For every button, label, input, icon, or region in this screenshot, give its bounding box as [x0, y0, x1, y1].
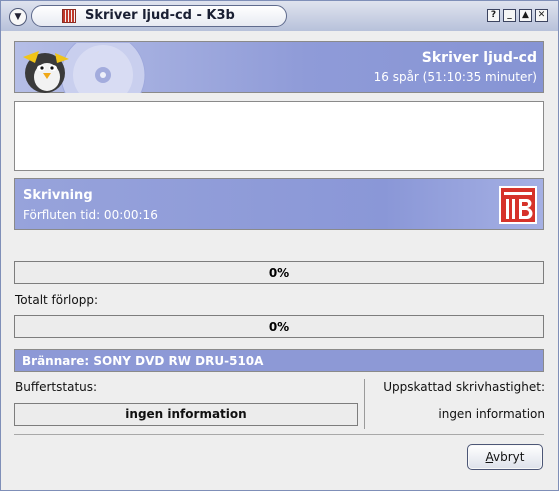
buffer-status-value: ingen information [14, 403, 358, 426]
k3b-app-icon [62, 9, 76, 23]
burner-bar: Brännare: SONY DVD RW DRU-510A [14, 349, 544, 372]
total-progress-caption: Totalt förlopp: [15, 293, 98, 307]
write-speed-value: ingen information [438, 407, 545, 421]
window-title: Skriver ljud-cd - K3b [85, 8, 235, 23]
vertical-divider [364, 379, 365, 429]
total-progress-label: 0% [268, 320, 290, 334]
k3b-burn-dialog: ▼ Skriver ljud-cd - K3b ? _ ▲ ✕ Skriver … [0, 0, 559, 491]
job-subtitle: 16 spår (51:10:35 minuter) [373, 70, 537, 84]
log-view[interactable] [14, 101, 544, 171]
title-bar[interactable]: ▼ Skriver ljud-cd - K3b ? _ ▲ ✕ [1, 1, 558, 31]
job-header: Skriver ljud-cd 16 spår (51:10:35 minute… [14, 41, 544, 93]
buffer-status-caption: Buffertstatus: [15, 380, 98, 394]
cancel-button[interactable]: Avbryt [467, 444, 543, 470]
k3b-logo-badge-icon [499, 186, 537, 224]
current-progress-label: 0% [268, 266, 290, 280]
status-panel: Skrivning Förfluten tid: 00:00:16 [14, 178, 544, 230]
elapsed-time: Förfluten tid: 00:00:16 [23, 208, 158, 222]
total-progress-bar: 0% [14, 315, 544, 338]
dialog-content: Skriver ljud-cd 16 spår (51:10:35 minute… [6, 33, 553, 488]
k3b-penguin-disc-icon [23, 43, 146, 93]
horizontal-divider [14, 434, 544, 435]
cancel-accelerator: A [485, 450, 494, 464]
current-progress-bar: 0% [14, 261, 544, 284]
status-title: Skrivning [23, 188, 93, 203]
burner-label: Brännare: SONY DVD RW DRU-510A [22, 354, 264, 368]
window-menu-button[interactable]: ▼ [9, 8, 27, 26]
job-title: Skriver ljud-cd [421, 50, 537, 66]
help-button[interactable]: ? [487, 9, 500, 22]
cancel-label: vbryt [493, 450, 525, 464]
shade-button[interactable]: ▲ [519, 9, 532, 22]
close-button[interactable]: ✕ [535, 9, 548, 22]
minimize-button[interactable]: _ [503, 9, 516, 22]
write-speed-caption: Uppskattad skrivhastighet: [383, 380, 545, 394]
